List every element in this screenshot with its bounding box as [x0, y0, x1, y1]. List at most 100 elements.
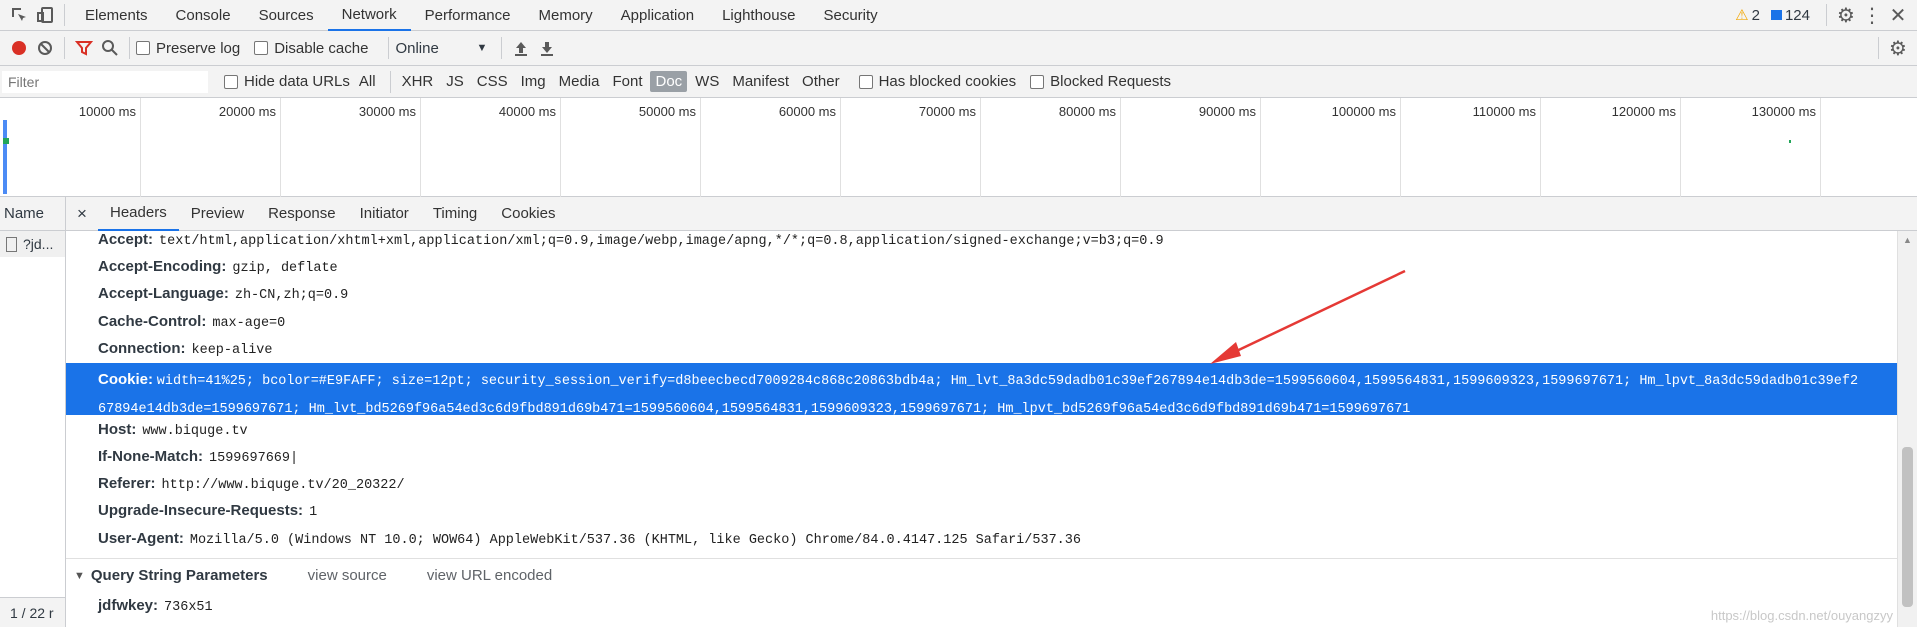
tab-cookies[interactable]: Cookies [489, 197, 567, 231]
view-url-encoded-link[interactable]: view URL encoded [427, 567, 552, 584]
hide-data-urls-checkbox[interactable]: Hide data URLs [224, 73, 350, 90]
device-toolbar-icon[interactable] [32, 2, 58, 28]
filter-type-media[interactable]: Media [554, 71, 605, 92]
has-blocked-cookies-checkbox[interactable]: Has blocked cookies [858, 73, 1016, 90]
network-overview-timeline[interactable]: 10000 ms 20000 ms 30000 ms 40000 ms 50000 ms… [0, 98, 1917, 197]
header-host: Host: www.biquge.tv [98, 421, 248, 439]
header-connection: Connection: keep-alive [98, 340, 273, 358]
scrollbar-thumb[interactable] [1902, 447, 1913, 607]
tab-network[interactable]: Network [327, 0, 411, 31]
timeline-tick-line [980, 98, 981, 197]
filter-type-manifest[interactable]: Manifest [727, 71, 794, 92]
query-string-title: Query String Parameters [90, 567, 268, 584]
details-scrollbar[interactable]: ▲ [1897, 231, 1917, 627]
search-icon[interactable] [97, 35, 123, 61]
timeline-request-bar [3, 120, 7, 194]
request-name: ?jd... [23, 236, 54, 252]
blocked-requests-checkbox[interactable]: Blocked Requests [1030, 73, 1171, 90]
message-icon [1770, 10, 1782, 20]
query-string-section-header[interactable]: ▼ Query String Parameters view source vi… [74, 567, 552, 584]
tab-sources[interactable]: Sources [245, 0, 328, 31]
inspect-element-icon[interactable] [6, 2, 32, 28]
tab-application[interactable]: Application [607, 0, 708, 31]
network-toolbar: Preserve log Disable cache Online ▼ ⚙ [0, 31, 1917, 66]
network-settings-icon[interactable]: ⚙ [1885, 35, 1911, 61]
timeline-tick-label: 140 [1846, 104, 1917, 119]
timeline-tick-label: 60000 ms [778, 104, 836, 119]
blocked-requests-label: Blocked Requests [1050, 73, 1172, 90]
timeline-tick-label: 40000 ms [498, 104, 556, 119]
preserve-log-checkbox[interactable]: Preserve log [136, 40, 240, 57]
tab-lighthouse[interactable]: Lighthouse [708, 0, 809, 31]
cookie-key: Cookie: [98, 371, 154, 388]
filter-type-ws[interactable]: WS [690, 71, 724, 92]
tab-headers[interactable]: Headers [98, 197, 179, 231]
filter-input[interactable] [2, 70, 208, 93]
export-har-icon[interactable] [534, 35, 560, 61]
timeline-tick-line [280, 98, 281, 197]
timeline-tick-label: 90000 ms [1198, 104, 1256, 119]
header-if-none-match: If-None-Match: 1599697669| [98, 448, 299, 466]
cookie-value-line1: width=41%25; bcolor=#E9FAFF; size=12pt; … [156, 374, 1859, 389]
filter-type-all[interactable]: All [354, 71, 381, 92]
tab-elements[interactable]: Elements [71, 0, 162, 31]
header-accept-encoding: Accept-Encoding: gzip, deflate [98, 258, 338, 276]
header-accept-language: Accept-Language: zh-CN,zh;q=0.9 [98, 285, 349, 303]
tab-security[interactable]: Security [809, 0, 891, 31]
close-details-icon[interactable]: × [66, 204, 98, 224]
divider [64, 4, 65, 26]
import-har-icon[interactable] [508, 35, 534, 61]
filter-type-doc[interactable]: Doc [650, 71, 688, 92]
filter-icon[interactable] [71, 35, 97, 61]
throttling-select[interactable]: Online ▼ [395, 40, 487, 57]
filter-type-img[interactable]: Img [516, 71, 551, 92]
divider [1878, 37, 1879, 59]
tab-performance[interactable]: Performance [411, 0, 525, 31]
timeline-tick-line [1400, 98, 1401, 197]
timeline-tick-line [560, 98, 561, 197]
disable-cache-checkbox[interactable]: Disable cache [254, 40, 368, 57]
scroll-up-icon[interactable]: ▲ [1898, 235, 1917, 245]
timeline-tick-line [1680, 98, 1681, 197]
more-menu-icon[interactable]: ⋮ [1859, 2, 1885, 28]
request-row[interactable]: ?jd... [0, 231, 65, 257]
timeline-tick-label: 80000 ms [1058, 104, 1116, 119]
header-cookie-selected[interactable]: Cookie: width=41%25; bcolor=#E9FAFF; siz… [66, 363, 1897, 417]
timeline-request-dot [1789, 140, 1791, 143]
warning-icon: ⚠ [1735, 7, 1749, 24]
section-divider [66, 558, 1897, 559]
clear-icon[interactable] [32, 35, 58, 61]
timeline-tick-line [840, 98, 841, 197]
tab-console[interactable]: Console [162, 0, 245, 31]
tab-preview[interactable]: Preview [179, 197, 256, 231]
filter-type-other[interactable]: Other [797, 71, 845, 92]
filter-type-font[interactable]: Font [607, 71, 647, 92]
name-column-header[interactable]: Name [0, 197, 65, 231]
throttling-value: Online [395, 39, 439, 57]
settings-icon[interactable]: ⚙ [1833, 2, 1859, 28]
tab-response[interactable]: Response [256, 197, 348, 231]
view-source-link[interactable]: view source [308, 567, 387, 584]
divider [388, 37, 390, 59]
filter-type-css[interactable]: CSS [472, 71, 513, 92]
tab-memory[interactable]: Memory [525, 0, 607, 31]
chevron-down-icon: ▼ [476, 42, 488, 54]
divider [1826, 4, 1827, 26]
close-icon[interactable]: ✕ [1885, 2, 1911, 28]
timeline-tick-line [140, 98, 141, 197]
warnings-badge[interactable]: ⚠ 2 124 [1735, 6, 1810, 25]
warnings-count: 2 [1751, 6, 1760, 24]
tab-initiator[interactable]: Initiator [348, 197, 421, 231]
record-icon[interactable] [6, 35, 32, 61]
timeline-tick-line [1820, 98, 1821, 197]
timeline-tick-label: 70000 ms [918, 104, 976, 119]
header-cache-control: Cache-Control: max-age=0 [98, 313, 286, 331]
filter-type-js[interactable]: JS [441, 71, 469, 92]
timeline-tick-line [700, 98, 701, 197]
divider [129, 37, 130, 59]
preserve-log-label: Preserve log [156, 39, 241, 57]
filter-type-xhr[interactable]: XHR [397, 71, 439, 92]
triangle-down-icon: ▼ [74, 569, 85, 582]
tab-timing[interactable]: Timing [421, 197, 489, 231]
disable-cache-label: Disable cache [274, 39, 369, 57]
